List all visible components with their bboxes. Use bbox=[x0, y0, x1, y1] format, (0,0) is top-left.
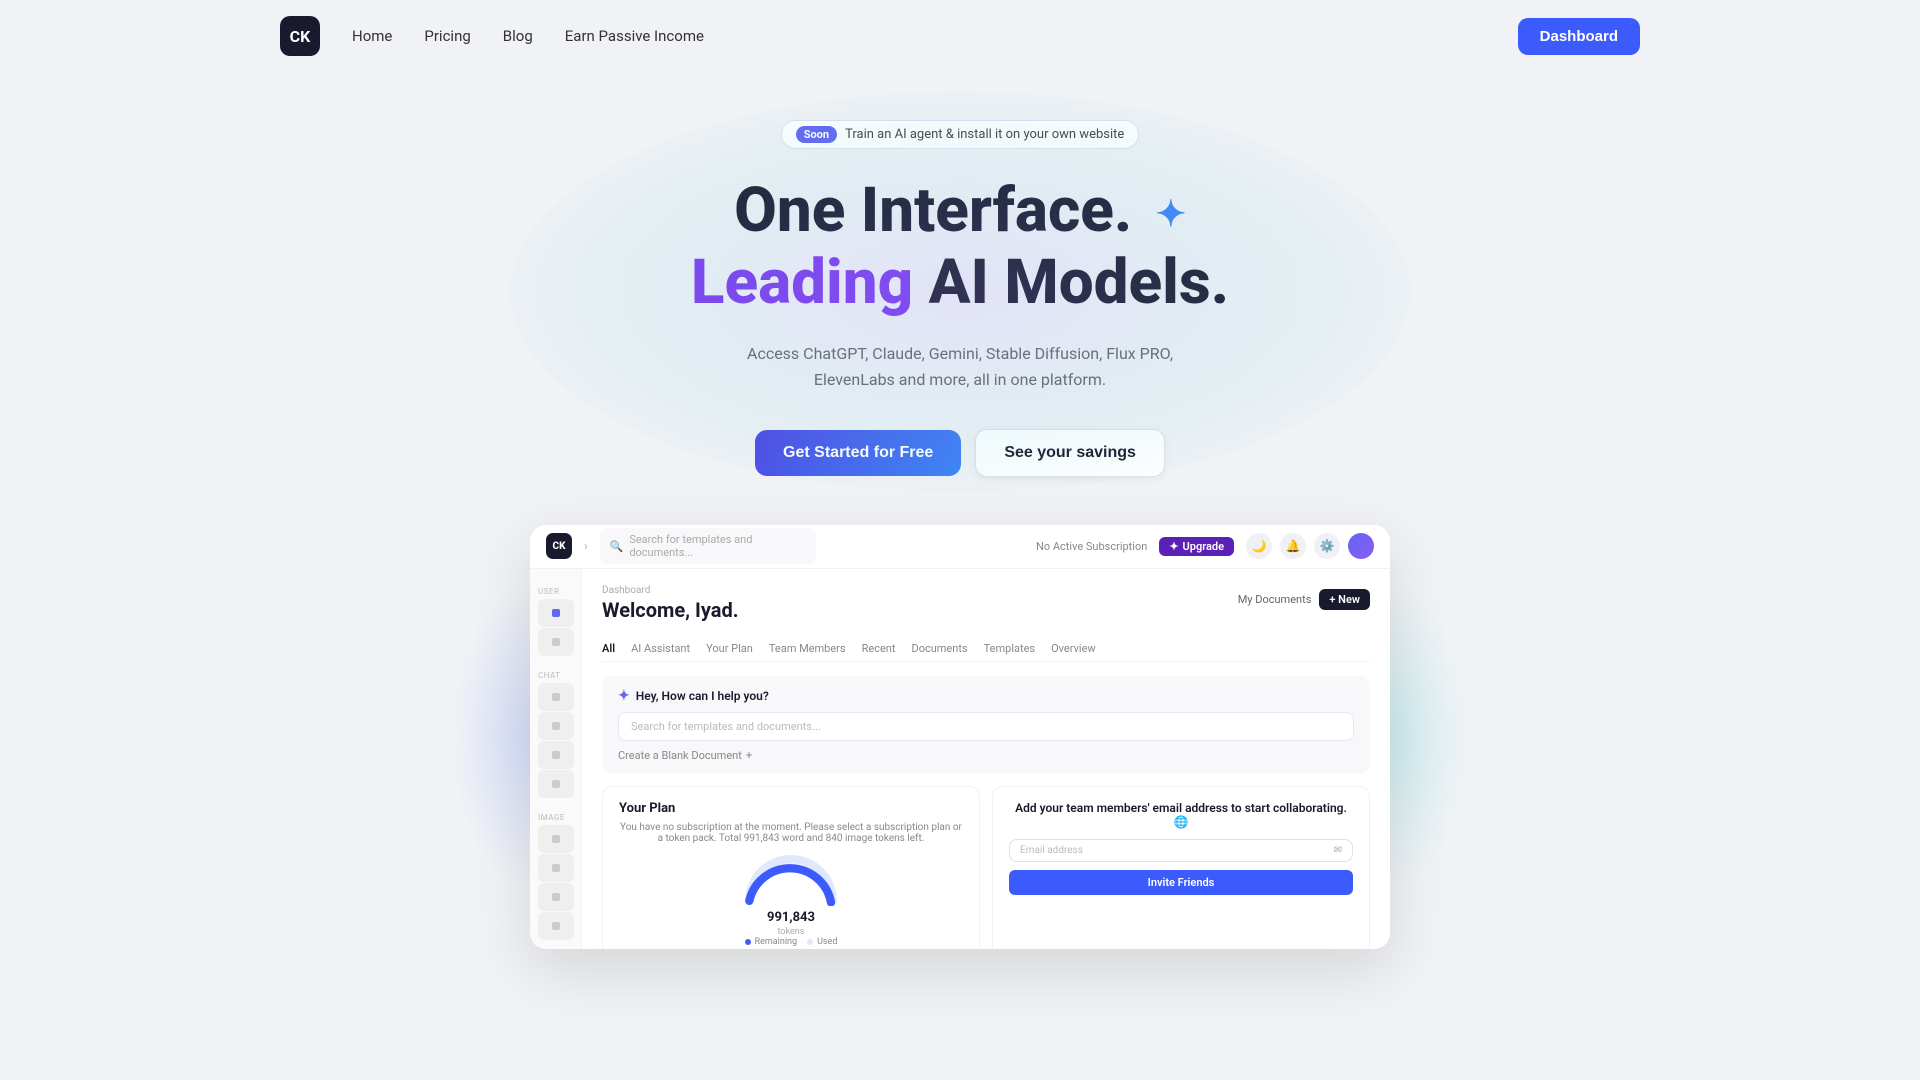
db-avatar[interactable] bbox=[1348, 533, 1374, 559]
db-ai-blank-doc[interactable]: Create a Blank Document + bbox=[618, 749, 1354, 762]
db-plan-subtitle: You have no subscription at the moment. … bbox=[619, 822, 963, 844]
sidebar-item-chat-4[interactable] bbox=[538, 770, 574, 798]
search-icon: 🔍 bbox=[610, 540, 624, 553]
db-invite-button[interactable]: Invite Friends bbox=[1009, 870, 1353, 895]
badge-soon-label: Soon bbox=[796, 126, 837, 143]
sidebar-item-user-1[interactable] bbox=[538, 599, 574, 627]
db-topbar: CK › 🔍 Search for templates and document… bbox=[530, 525, 1390, 569]
db-ai-search-input[interactable]: Search for templates and documents... bbox=[618, 712, 1354, 741]
see-savings-button[interactable]: See your savings bbox=[975, 429, 1165, 477]
db-logo: CK bbox=[546, 533, 572, 559]
nav-links: Home Pricing Blog Earn Passive Income bbox=[352, 27, 1518, 45]
sidebar-item-image-1[interactable] bbox=[538, 825, 574, 853]
db-bell-icon[interactable]: 🔔 bbox=[1280, 533, 1306, 559]
db-tab-all[interactable]: All bbox=[602, 642, 615, 655]
db-ai-widget: ✦ Hey, How can I help you? Search for te… bbox=[602, 676, 1370, 774]
sidebar-label-image: IMAGE bbox=[530, 807, 581, 824]
hero-title-dark: AI Models. bbox=[913, 246, 1229, 319]
db-gauge-sub: tokens bbox=[778, 927, 805, 937]
sidebar-label-user: USER bbox=[530, 581, 581, 598]
db-ai-header: ✦ Hey, How can I help you? bbox=[618, 688, 1354, 704]
hero-buttons: Get Started for Free See your savings bbox=[755, 429, 1165, 477]
db-settings-icon[interactable]: ⚙️ bbox=[1314, 533, 1340, 559]
db-team-card: Add your team members' email address to … bbox=[992, 786, 1370, 949]
db-email-row[interactable]: Email address ✉ bbox=[1009, 839, 1353, 862]
sidebar-item-user-2[interactable] bbox=[538, 628, 574, 656]
db-tab-ai[interactable]: AI Assistant bbox=[631, 642, 690, 655]
db-tab-team[interactable]: Team Members bbox=[769, 642, 846, 655]
sidebar-item-image-3[interactable] bbox=[538, 883, 574, 911]
sidebar-section-video: VIDEO bbox=[530, 945, 581, 949]
sidebar-label-chat: CHAT bbox=[530, 665, 581, 682]
db-ai-spark-icon: ✦ bbox=[618, 688, 630, 704]
db-moon-icon[interactable]: 🌙 bbox=[1246, 533, 1272, 559]
db-main-content: Dashboard Welcome, Iyad. My Documents + … bbox=[582, 569, 1390, 949]
sidebar-item-image-4[interactable] bbox=[538, 912, 574, 940]
badge-text: Train an AI agent & install it on your o… bbox=[845, 127, 1124, 142]
db-welcome: Welcome, Iyad. bbox=[602, 598, 739, 622]
db-topbar-icons: 🌙 🔔 ⚙️ bbox=[1246, 533, 1374, 559]
sidebar-item-image-2[interactable] bbox=[538, 854, 574, 882]
db-plan-card: Your Plan You have no subscription at th… bbox=[602, 786, 980, 949]
dashboard-preview-wrapper: CK › 🔍 Search for templates and document… bbox=[530, 525, 1390, 949]
db-ai-plus-icon: + bbox=[746, 749, 752, 762]
hero-subtitle: Access ChatGPT, Claude, Gemini, Stable D… bbox=[720, 341, 1200, 392]
nav-blog[interactable]: Blog bbox=[503, 27, 533, 45]
db-email-send-icon: ✉ bbox=[1334, 845, 1342, 856]
announcement-badge[interactable]: Soon Train an AI agent & install it on y… bbox=[781, 120, 1140, 149]
sidebar-section-image: IMAGE bbox=[530, 803, 581, 945]
db-upgrade-button[interactable]: ✦ Upgrade bbox=[1159, 537, 1234, 556]
db-tabs: All AI Assistant Your Plan Team Members … bbox=[602, 642, 1370, 662]
db-gauge bbox=[741, 854, 841, 906]
sidebar-item-chat-2[interactable] bbox=[538, 712, 574, 740]
dashboard-button[interactable]: Dashboard bbox=[1518, 18, 1640, 55]
db-tab-plan[interactable]: Your Plan bbox=[706, 642, 753, 655]
db-tab-docs[interactable]: Documents bbox=[911, 642, 967, 655]
db-subscription-label: No Active Subscription bbox=[1036, 540, 1147, 553]
sidebar-item-chat-3[interactable] bbox=[538, 741, 574, 769]
db-legend-used: Used bbox=[807, 937, 837, 947]
logo: CK bbox=[280, 16, 320, 56]
sidebar-section-chat: CHAT bbox=[530, 661, 581, 803]
db-plan-title: Your Plan bbox=[619, 801, 963, 816]
db-tab-overview[interactable]: Overview bbox=[1051, 642, 1096, 655]
db-body: USER CHAT IMAGE bbox=[530, 569, 1390, 949]
db-new-button[interactable]: + New bbox=[1319, 589, 1370, 610]
sidebar-section-user: USER bbox=[530, 577, 581, 661]
dashboard-preview: CK › 🔍 Search for templates and document… bbox=[530, 525, 1390, 949]
db-breadcrumb: Dashboard bbox=[602, 585, 739, 596]
db-chevron-icon: › bbox=[584, 539, 588, 553]
db-tab-templates[interactable]: Templates bbox=[984, 642, 1035, 655]
sidebar-item-chat-1[interactable] bbox=[538, 683, 574, 711]
hero-title-line1: One Interface. ✦ bbox=[734, 177, 1186, 245]
db-gauge-legend: Remaining Used bbox=[745, 937, 838, 947]
db-gauge-number: 991,843 bbox=[767, 910, 815, 925]
db-email-placeholder: Email address bbox=[1020, 845, 1328, 856]
nav-pricing[interactable]: Pricing bbox=[424, 27, 470, 45]
hero-title-line2: Leading AI Models. bbox=[691, 249, 1229, 317]
db-gauge-container: 991,843 tokens Remaining Use bbox=[619, 854, 963, 949]
navbar: CK Home Pricing Blog Earn Passive Income… bbox=[0, 0, 1920, 72]
nav-home[interactable]: Home bbox=[352, 27, 392, 45]
db-sidebar: USER CHAT IMAGE bbox=[530, 569, 582, 949]
upgrade-plus-icon: ✦ bbox=[1169, 540, 1178, 553]
nav-earn[interactable]: Earn Passive Income bbox=[565, 27, 704, 45]
sparkle-icon: ✦ bbox=[1156, 195, 1186, 235]
db-legend-remaining: Remaining bbox=[745, 937, 797, 947]
db-team-title: Add your team members' email address to … bbox=[1009, 801, 1353, 829]
db-my-docs-label: My Documents bbox=[1238, 593, 1312, 606]
hero-title-purple: Leading bbox=[691, 246, 913, 319]
db-search[interactable]: 🔍 Search for templates and documents... bbox=[600, 528, 816, 564]
db-cards: Your Plan You have no subscription at th… bbox=[602, 786, 1370, 949]
get-started-button[interactable]: Get Started for Free bbox=[755, 430, 961, 476]
hero-section: Soon Train an AI agent & install it on y… bbox=[0, 72, 1920, 989]
db-tab-recent[interactable]: Recent bbox=[862, 642, 896, 655]
db-search-placeholder: Search for templates and documents... bbox=[629, 533, 806, 559]
